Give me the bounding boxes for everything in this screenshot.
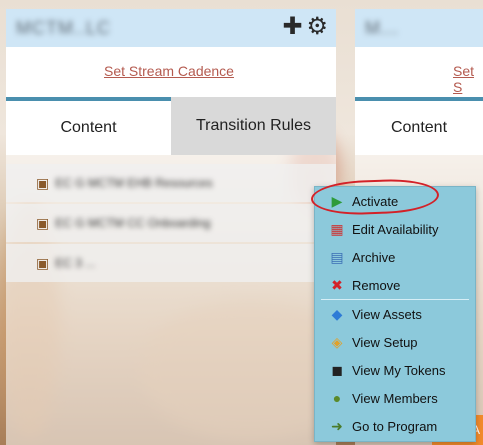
stream-tabs: Content Transition Rules bbox=[6, 97, 336, 155]
set-stream-cadence-link[interactable]: Set Stream Cadence bbox=[104, 63, 234, 79]
play-icon: ▶ bbox=[331, 193, 343, 209]
program-list: ▣ EC G MCTM EHB Resources ▣ EC G MCTM CC… bbox=[6, 164, 336, 284]
assets-icon: ◆ bbox=[331, 306, 343, 322]
context-menu: ▶ Activate ▦ Edit Availability ▤ Archive… bbox=[310, 177, 476, 442]
tab-content[interactable]: Content bbox=[355, 101, 483, 155]
stream-header: M... bbox=[355, 9, 483, 47]
program-folder-icon: ▣ bbox=[36, 174, 50, 191]
members-icon: ● bbox=[332, 390, 342, 406]
menu-item-label: View My Tokens bbox=[352, 362, 446, 378]
menu-item-view-setup[interactable]: ◈ View Setup bbox=[315, 328, 475, 356]
menu-item-label: Activate bbox=[352, 193, 399, 209]
calendar-icon: ▦ bbox=[330, 221, 344, 237]
cadence-row: Set Stream Cadence bbox=[6, 47, 336, 97]
program-name: EC G MCTM EHB Resources bbox=[55, 176, 213, 190]
menu-item-go-to-program[interactable]: ➜ Go to Program bbox=[315, 412, 475, 440]
menu-item-label: Remove bbox=[352, 277, 401, 293]
list-item[interactable]: ▣ EC G MCTM CC Onboarding bbox=[6, 204, 336, 242]
program-name: EC G MCTM CC Onboarding bbox=[55, 216, 211, 230]
menu-item-view-members[interactable]: ● View Members bbox=[315, 384, 475, 412]
tag-icon: ◈ bbox=[331, 334, 343, 350]
list-item[interactable]: ▣ EC 3 ... bbox=[6, 244, 336, 282]
stream-title: MCTM..LC bbox=[16, 18, 111, 38]
tab-content[interactable]: Content bbox=[6, 101, 171, 155]
menu-item-activate[interactable]: ▶ Activate bbox=[310, 177, 475, 217]
stream-title: M... bbox=[365, 18, 399, 38]
menu-item-remove[interactable]: ✖ Remove bbox=[315, 271, 475, 299]
menu-item-edit-availability[interactable]: ▦ Edit Availability bbox=[315, 215, 475, 243]
tab-transition-rules[interactable]: Transition Rules bbox=[171, 97, 336, 155]
menu-item-archive[interactable]: ▤ Archive bbox=[315, 243, 475, 271]
program-folder-icon: ▣ bbox=[36, 214, 50, 231]
stream-panel-left: MCTM..LC ✚ ⚙ Set Stream Cadence Content … bbox=[6, 9, 336, 445]
tokens-icon: ◼ bbox=[331, 362, 343, 378]
program-folder-icon: ▣ bbox=[36, 254, 50, 271]
gear-icon[interactable]: ⚙ bbox=[306, 15, 328, 39]
plus-icon[interactable]: ✚ bbox=[282, 15, 302, 39]
set-stream-cadence-link[interactable]: Set S bbox=[453, 63, 483, 95]
cadence-row: Set S bbox=[355, 47, 483, 97]
remove-icon: ✖ bbox=[331, 277, 343, 293]
menu-item-label: Go to Program bbox=[352, 418, 438, 434]
menu-item-label: Edit Availability bbox=[352, 221, 439, 237]
goto-icon: ➜ bbox=[331, 418, 343, 434]
menu-item-label: View Setup bbox=[352, 334, 418, 350]
list-item[interactable]: ▣ EC G MCTM EHB Resources bbox=[6, 164, 336, 202]
stream-tabs: Content bbox=[355, 101, 483, 155]
menu-item-view-my-tokens[interactable]: ◼ View My Tokens bbox=[315, 356, 475, 384]
menu-item-view-assets[interactable]: ◆ View Assets bbox=[315, 300, 475, 328]
program-name: EC 3 ... bbox=[55, 256, 96, 270]
menu-item-label: View Assets bbox=[352, 306, 422, 322]
menu-item-label: Archive bbox=[352, 249, 396, 265]
menu-item-label: View Members bbox=[352, 390, 438, 406]
stream-header: MCTM..LC ✚ ⚙ bbox=[6, 9, 336, 47]
archive-icon: ▤ bbox=[330, 249, 344, 265]
